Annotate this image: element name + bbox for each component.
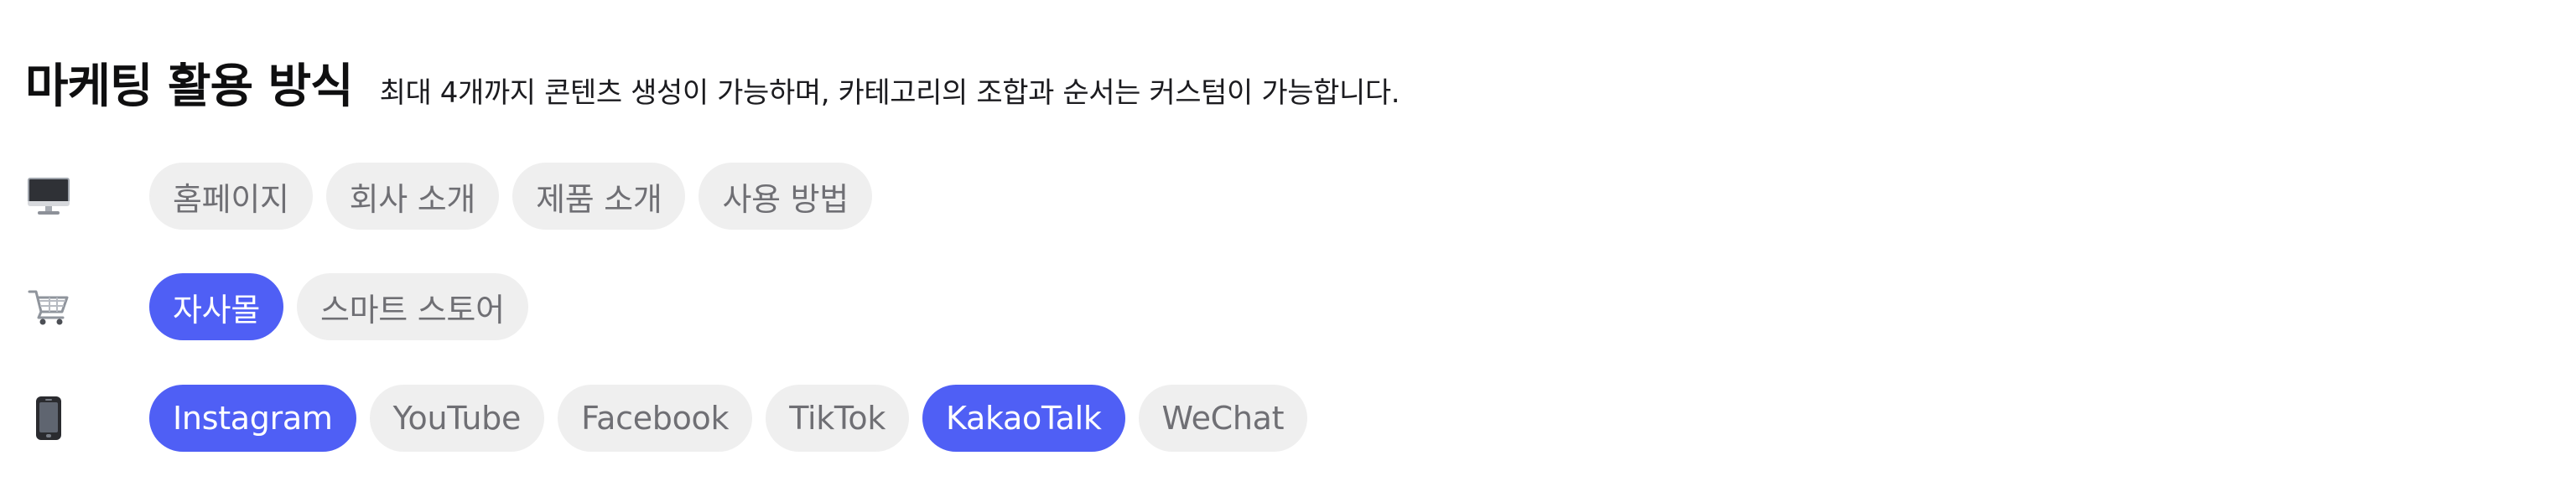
chip-company-introduction[interactable]: 회사 소개: [325, 163, 500, 230]
chip-product-introduction[interactable]: 제품 소개: [512, 163, 686, 230]
commerce-channel-row: 자사몰 스마트 스토어: [25, 273, 542, 340]
chip-wechat[interactable]: WeChat: [1138, 385, 1308, 452]
chip-how-to-use[interactable]: 사용 방법: [699, 163, 872, 230]
shopping-cart-icon: [25, 283, 72, 330]
chip-smart-store[interactable]: 스마트 스토어: [296, 273, 528, 340]
chip-youtube[interactable]: YouTube: [369, 385, 545, 452]
chip-homepage[interactable]: 홈페이지: [149, 163, 313, 230]
web-chip-group: 홈페이지 회사 소개 제품 소개 사용 방법: [149, 163, 886, 230]
page-title: 마케팅 활용 방식: [25, 60, 354, 114]
social-chip-group: Instagram YouTube Facebook TikTok KakaoT…: [149, 385, 1321, 452]
page-subtitle: 최대 4개까지 콘텐츠 생성이 가능하며, 카테고리의 조합과 순서는 커스텀이…: [379, 76, 1400, 110]
desktop-computer-icon: [25, 173, 72, 220]
mobile-phone-icon: [25, 395, 72, 442]
marketing-usage-header: 마케팅 활용 방식 최대 4개까지 콘텐츠 생성이 가능하며, 카테고리의 조합…: [25, 49, 1400, 116]
chip-tiktok[interactable]: TikTok: [766, 385, 910, 452]
chip-facebook[interactable]: Facebook: [558, 385, 753, 452]
web-channel-row: 홈페이지 회사 소개 제품 소개 사용 방법: [25, 163, 886, 230]
chip-instagram[interactable]: Instagram: [149, 385, 356, 452]
social-channel-row: Instagram YouTube Facebook TikTok KakaoT…: [25, 385, 1321, 452]
chip-own-mall[interactable]: 자사몰: [149, 273, 283, 340]
chip-kakaotalk[interactable]: KakaoTalk: [922, 385, 1125, 452]
commerce-chip-group: 자사몰 스마트 스토어: [149, 273, 542, 340]
